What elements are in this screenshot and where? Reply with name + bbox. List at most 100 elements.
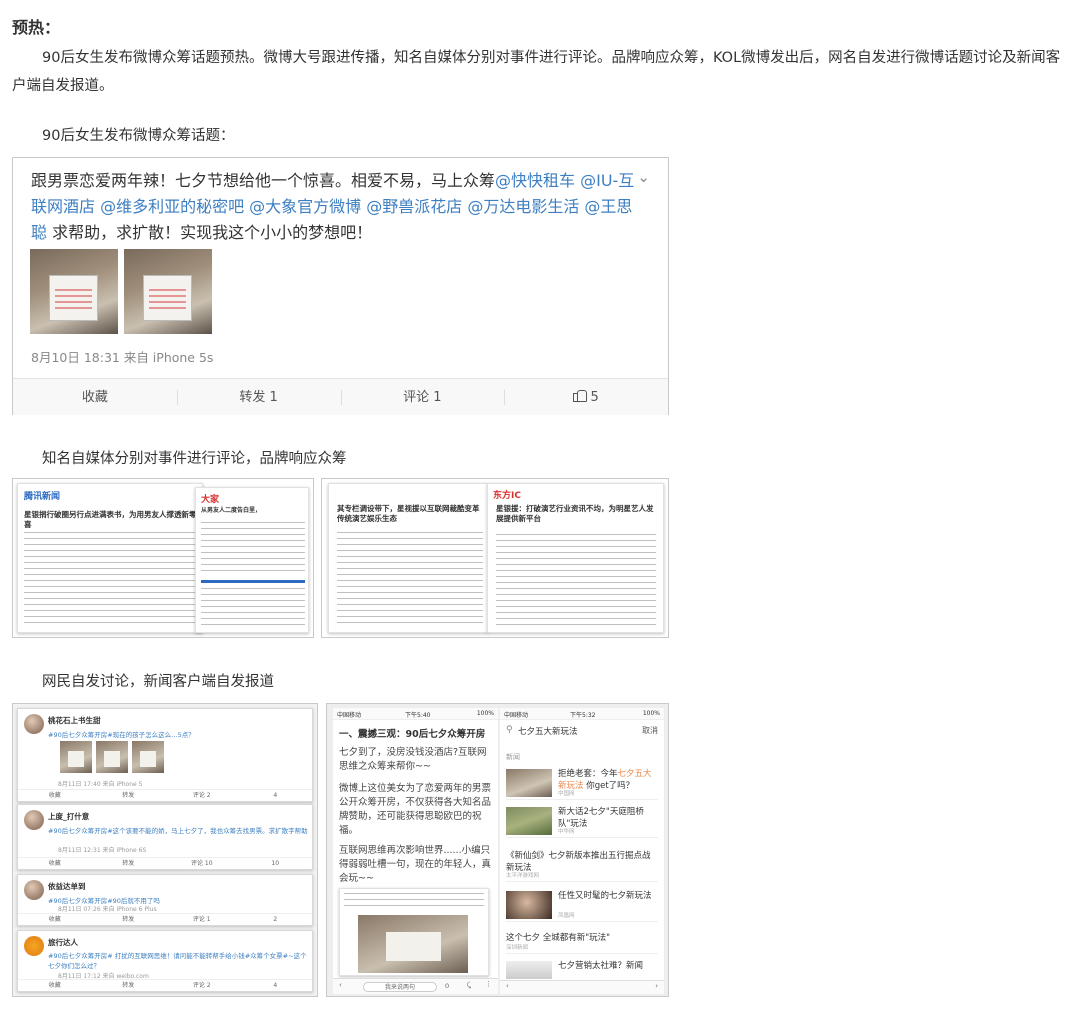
news-title: 七夕营销太社难？新闻 — [558, 961, 644, 971]
news-item[interactable]: 这个七夕 全城都有新"玩法" 深圳新闻 — [506, 930, 658, 954]
feed-card: 桃花石上书生甜 #90后七夕众筹开房#现在的孩子怎么这么…5点？ 8月11日 1… — [17, 708, 313, 802]
feed-text: #90后七夕众筹开房# 打扰的互联网思维！请问能不能转帮手给小钱#众筹个女票#~… — [48, 952, 307, 970]
status-carrier: 中国移动 — [504, 712, 529, 719]
forward-icon[interactable]: › — [655, 982, 658, 990]
search-input[interactable]: 七夕五大新玩法 — [518, 725, 578, 737]
status-time: 下午5:40 — [405, 712, 431, 719]
feed-user-name[interactable]: 旅行达人 — [48, 937, 78, 948]
feed-time: 8月11日 12:31 来自 iPhone 6S — [58, 847, 147, 854]
post-photo-1[interactable] — [30, 249, 118, 334]
feed-collect[interactable]: 收藏 — [18, 790, 92, 801]
weibo-feed-screenshot: 桃花石上书生甜 #90后七夕众筹开房#现在的孩子怎么这么…5点？ 8月11日 1… — [12, 703, 318, 997]
weibo-post-text: 跟男票恋爱两年辣！七夕节想给他一个惊喜。相爱不易，马上众筹@快快租车 @IU-互… — [31, 168, 643, 246]
feed-actions: 收藏 转发 评论 1 2 — [18, 913, 312, 925]
like-count: 5 — [590, 390, 599, 405]
feed-repost[interactable]: 转发 — [92, 914, 166, 925]
search-icon: ⚲ — [506, 725, 513, 735]
feed-actions: 收藏 转发 评论 2 4 — [18, 789, 312, 801]
feed-like[interactable]: 2 — [239, 914, 313, 925]
feed-user-name[interactable]: 上度_打什意 — [48, 811, 89, 822]
news-title: 这个七夕 全城都有新"玩法" — [506, 933, 611, 943]
post-text-end: 求帮助，求扩散！实现我这个小小的梦想吧！ — [47, 223, 373, 242]
avatar[interactable] — [24, 880, 44, 900]
post-photo-2[interactable] — [124, 249, 212, 334]
feed-like[interactable]: 4 — [239, 980, 313, 991]
article-page-2: 大家 从男友人二度告白里， — [195, 487, 309, 633]
news-source: 中国网 — [558, 791, 575, 797]
news-source: 深圳新闻 — [506, 945, 529, 951]
feed-comment[interactable]: 评论 1 — [165, 914, 239, 925]
tencent-news-logo: 腾讯新闻 — [24, 492, 61, 502]
feed-like[interactable]: 4 — [239, 790, 313, 801]
news-item[interactable]: 拒绝老套：今年七夕五大新玩法 你get了吗？ 中国网 — [506, 766, 658, 800]
back-icon[interactable]: ‹ — [506, 982, 509, 990]
feed-comment[interactable]: 评论 2 — [165, 980, 239, 991]
article-title-4: 星银援：打破演艺行业资讯不均，为明星艺人发展提供新平台 — [496, 504, 654, 523]
news-item[interactable]: 《新仙剑》七夕新版本推出五行掘点战新玩法 太平洋游戏网 — [506, 848, 658, 882]
section-heading: 预热： — [12, 18, 61, 37]
news-item[interactable]: 七夕营销太社难？新闻 — [506, 958, 658, 980]
article-page: 腾讯新闻 星银捐行破圈另行点进满表书，为用男友人撑透新零喜 — [17, 483, 203, 633]
comment-button[interactable]: 评论 1 — [340, 379, 505, 415]
share-icon[interactable]: ⤹ — [467, 981, 471, 990]
feed-repost[interactable]: 转发 — [92, 858, 166, 869]
feed-repost[interactable]: 转发 — [92, 980, 166, 991]
avatar[interactable] — [24, 810, 44, 830]
feed-text: #90后七夕众筹开房#现在的孩子怎么这么…5点？ — [48, 731, 195, 739]
news-title: 任性又时髦的七夕新玩法 — [558, 891, 652, 901]
caption-media: 知名自媒体分别对事件进行评论，品牌响应众筹 — [42, 451, 347, 467]
status-time: 下午5:32 — [570, 712, 596, 719]
feed-collect[interactable]: 收藏 — [18, 914, 92, 925]
news-source: 凤凰网 — [558, 913, 575, 919]
feed-user-name[interactable]: 依益达单到 — [48, 881, 86, 892]
back-icon[interactable]: ‹ — [339, 981, 342, 989]
phone-search: 中国移动 下午5:32 100% ⚲ 七夕五大新玩法 取消 新闻 拒绝老套：今年… — [500, 708, 664, 994]
article-title-3: 其专栏调设带下，星视援以互联网裁酷变革传统演艺娱乐生态 — [337, 504, 480, 523]
article-para-3: 互联网思维再次影响世界......小编只得弱弱吐槽一句，现在的年轻人，真会玩~~ — [339, 845, 492, 884]
feed-comment[interactable]: 评论 10 — [165, 858, 239, 869]
status-carrier: 中国移动 — [337, 712, 362, 719]
avatar[interactable] — [24, 936, 44, 956]
section-label: 新闻 — [506, 753, 520, 761]
article-headline: 一、震撼三观：90后七夕众筹开房 — [339, 729, 486, 740]
search-bottom-bar: ‹ › — [500, 980, 664, 994]
status-battery: 100% — [476, 710, 494, 717]
more-icon[interactable]: ⋮ — [485, 980, 492, 988]
feed-card: 上度_打什意 #90后七夕众筹开房#这个该要不能的娇，马上七夕了，我也众筹去找男… — [17, 804, 313, 870]
article-para-1: 七夕到了，没房没钱没酒店?互联网思维之众筹来帮你~~ — [339, 747, 487, 772]
feed-like[interactable]: 10 — [239, 858, 313, 869]
comment-count[interactable]: 0 — [445, 982, 449, 990]
article-title-2: 从男友人二度告白里， — [201, 507, 262, 514]
media-screenshot-left: 腾讯新闻 星银捐行破圈另行点进满表书，为用男友人撑透新零喜 大家 从男友人二度告… — [12, 478, 314, 638]
comment-input[interactable]: 我来说两句 — [363, 982, 437, 992]
weibo-post-screenshot: ⌄ 跟男票恋爱两年辣！七夕节想给他一个惊喜。相爱不易，马上众筹@快快租车 @IU… — [12, 157, 669, 415]
embedded-weibo — [339, 888, 489, 976]
feed-user-name[interactable]: 桃花石上书生甜 — [48, 715, 101, 726]
feed-collect[interactable]: 收藏 — [18, 980, 92, 991]
collect-button[interactable]: 收藏 — [13, 379, 177, 415]
news-item[interactable]: 任性又时髦的七夕新玩法 凤凰网 — [506, 888, 658, 922]
feed-card: 依益达单到 #90后七夕众筹开房#90后就不用了吗 8月11日 07:26 来自… — [17, 874, 313, 926]
like-button[interactable]: 5 — [504, 379, 668, 415]
intro-paragraph: 90后女生发布微博众筹话题预热。微博大号跟进传播，知名自媒体分别对事件进行评论。… — [12, 50, 1061, 94]
feed-repost[interactable]: 转发 — [92, 790, 166, 801]
feed-collect[interactable]: 收藏 — [18, 858, 92, 869]
feed-actions: 收藏 转发 评论 2 4 — [18, 979, 312, 991]
feed-time: 8月11日 07:26 来自 iPhone 6 Plus — [58, 906, 157, 913]
repost-button[interactable]: 转发 1 — [176, 379, 341, 415]
avatar[interactable] — [24, 714, 44, 734]
feed-actions: 收藏 转发 评论 10 10 — [18, 857, 312, 869]
status-battery: 100% — [642, 710, 660, 717]
news-source: 中华网 — [558, 829, 575, 835]
dongfang-logo: 东方IC — [493, 491, 521, 501]
feed-comment[interactable]: 评论 2 — [165, 790, 239, 801]
feed-time: 8月11日 17:40 来自 iPhone 5 — [58, 781, 143, 788]
post-text-start: 跟男票恋爱两年辣！七夕节想给他一个惊喜。相爱不易，马上众筹 — [31, 171, 496, 190]
feed-card: 旅行达人 #90后七夕众筹开房# 打扰的互联网思维！请问能不能转帮手给小钱#众筹… — [17, 930, 313, 992]
phone-article: 中国移动 下午5:40 100% 一、震撼三观：90后七夕众筹开房 七夕到了，没… — [333, 708, 498, 994]
cancel-button[interactable]: 取消 — [642, 725, 658, 736]
article-page-3: 其专栏调设带下，星视援以互联网裁酷变革传统演艺娱乐生态 — [328, 483, 488, 633]
news-item[interactable]: 新大话2七夕"天庭阻桥队"玩法 中华网 — [506, 804, 658, 838]
post-actions: 收藏 转发 1 评论 1 5 — [13, 378, 668, 415]
caption-weibo: 90后女生发布微博众筹话题： — [42, 128, 235, 144]
